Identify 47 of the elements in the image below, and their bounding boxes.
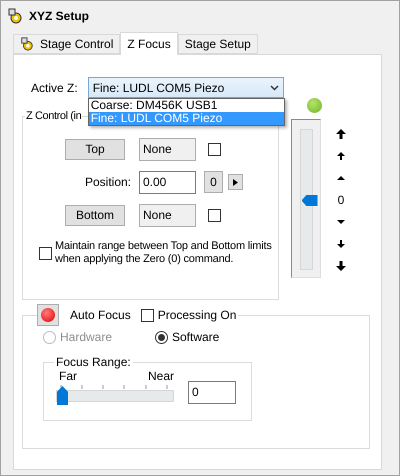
top-button[interactable]: Top — [65, 138, 125, 160]
record-button[interactable] — [37, 304, 59, 326]
top-value-field: None — [139, 138, 196, 160]
maintain-range-label: Maintain range between Top and Bottom limits when applying the Zero (0) command. — [55, 240, 273, 266]
dropdown-option[interactable]: Coarse: DM456K USB1 — [88, 99, 284, 112]
bottom-value-field: None — [139, 204, 196, 226]
arrow-down-icon — [336, 239, 346, 249]
tab[interactable]: Stage Setup — [178, 34, 258, 54]
group-title: Z Control (in — [25, 110, 82, 122]
near-label: Near — [148, 369, 174, 383]
step-up-button[interactable] — [335, 127, 347, 141]
checkbox[interactable] — [208, 142, 221, 156]
arrow-down-icon — [336, 261, 346, 271]
play-icon — [233, 178, 238, 186]
group-title: Auto Focus — [70, 308, 131, 322]
checkbox[interactable] — [39, 246, 52, 260]
tab[interactable]: Z Focus — [120, 32, 178, 55]
checkbox[interactable] — [208, 208, 221, 222]
bottom-button[interactable]: Bottom — [65, 204, 125, 226]
group-title: Focus Range: — [55, 355, 132, 369]
mode-label: Software — [172, 330, 220, 344]
arrow-up-icon — [336, 129, 346, 139]
checkbox[interactable] — [140, 308, 154, 322]
active-z-label: Active Z: — [31, 80, 78, 94]
triangle-up-icon — [336, 173, 346, 183]
tab[interactable]: Stage Control — [13, 34, 120, 54]
play-button[interactable] — [228, 174, 243, 190]
window-title: XYZ Setup — [29, 9, 90, 23]
step-down-button[interactable] — [335, 237, 347, 251]
active-z-dropdown[interactable]: Fine: LUDL COM5 Piezo — [88, 77, 284, 98]
far-label: Far — [59, 369, 77, 383]
focus-range-field[interactable]: 0 — [188, 381, 236, 404]
triangle-down-icon — [336, 217, 346, 227]
position-field[interactable]: 0.00 — [139, 170, 196, 194]
processing-label: Processing On — [158, 308, 236, 322]
chevron-down-icon — [270, 84, 279, 90]
step-button[interactable]: 0 — [204, 171, 223, 193]
position-label: Position: — [84, 175, 132, 189]
mode-label: Hardware — [60, 330, 112, 344]
z-reading: 0 — [338, 193, 344, 207]
slider-thumb[interactable] — [302, 195, 318, 206]
slider-thumb[interactable] — [57, 386, 68, 405]
radio-button[interactable] — [155, 330, 168, 344]
arrow-up-icon — [336, 151, 346, 161]
step-up-button[interactable] — [335, 149, 347, 163]
status-light-icon — [307, 98, 322, 113]
step-down-button[interactable] — [335, 259, 347, 273]
